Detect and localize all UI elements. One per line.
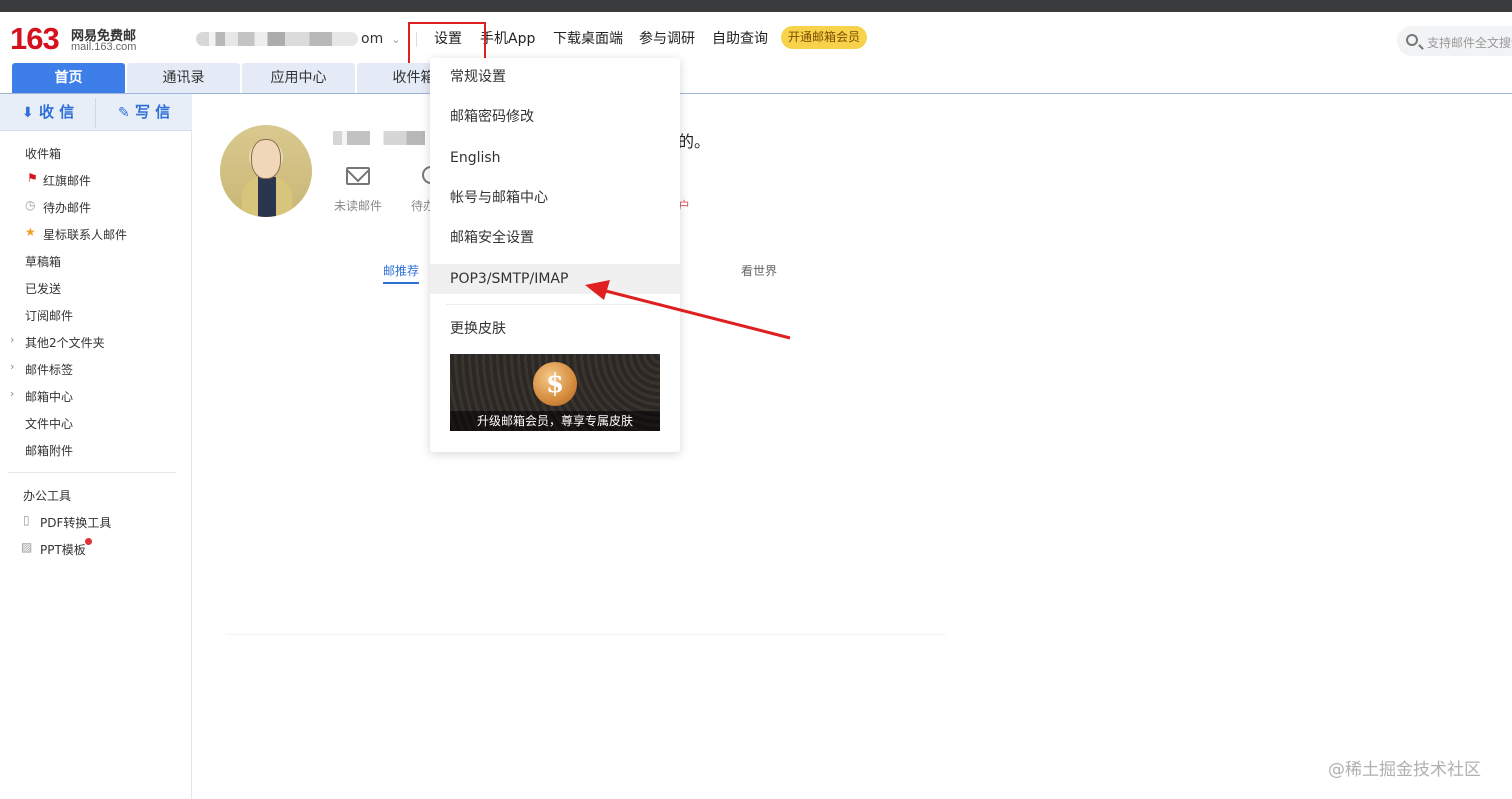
arrow-head	[585, 280, 610, 300]
annotation-arrow	[585, 280, 791, 340]
arrow-shaft	[597, 287, 791, 340]
watermark: @稀土掘金技术社区	[1328, 760, 1481, 780]
